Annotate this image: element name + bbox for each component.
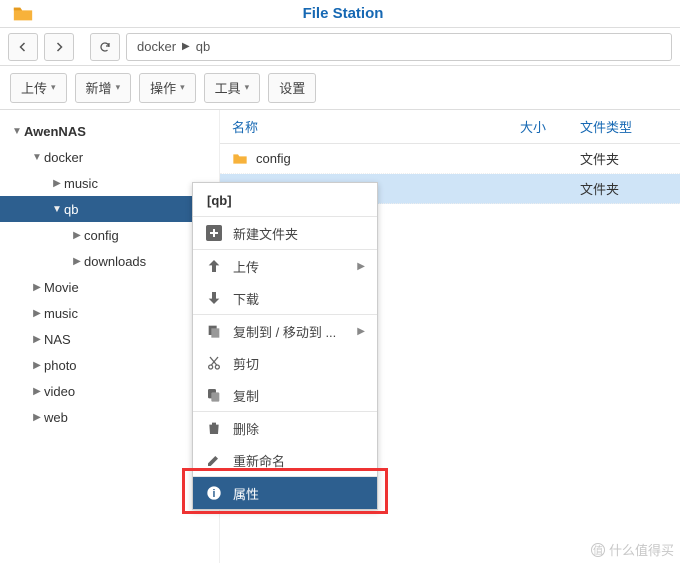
twist-icon[interactable]: ▶: [70, 230, 84, 241]
chevron-right-icon: ▶: [182, 41, 190, 52]
row-type: 文件夹: [580, 149, 680, 168]
tool-button[interactable]: 工具▾: [204, 73, 261, 103]
settings-button[interactable]: 设置: [268, 73, 316, 103]
context-menu[interactable]: [qb] 新建文件夹上传▶下载复制到 / 移动到 ...▶剪切复制删除重新命名属…: [192, 182, 378, 510]
twist-icon[interactable]: ▶: [50, 178, 64, 189]
tree-label: Movie: [44, 280, 79, 295]
new-button[interactable]: 新增▾: [75, 73, 132, 103]
row-name: config: [250, 151, 520, 166]
menu-item[interactable]: 新建文件夹: [193, 217, 377, 249]
copy-icon: [205, 323, 223, 339]
upload-icon: [205, 258, 223, 274]
caret-down-icon: ▾: [180, 82, 185, 93]
menu-item[interactable]: 删除: [193, 412, 377, 444]
nav-row: docker ▶ qb: [0, 28, 680, 66]
tree-item[interactable]: ▶NAS: [0, 326, 219, 352]
tree-item[interactable]: ▶video: [0, 378, 219, 404]
col-type[interactable]: 文件类型: [580, 117, 680, 136]
watermark-icon: 值: [591, 543, 605, 557]
tree-item[interactable]: ▼AwenNAS: [0, 118, 219, 144]
menu-label: 新建文件夹: [233, 224, 298, 243]
forward-button[interactable]: [44, 33, 74, 61]
tree-label: docker: [44, 150, 83, 165]
menu-label: 剪切: [233, 354, 259, 373]
twist-icon[interactable]: ▼: [50, 204, 64, 215]
tree-label: config: [84, 228, 119, 243]
twist-icon[interactable]: ▶: [30, 412, 44, 423]
menu-item[interactable]: 复制: [193, 379, 377, 411]
menu-label: 下载: [233, 289, 259, 308]
tree-label: qb: [64, 202, 78, 217]
breadcrumb-seg[interactable]: qb: [196, 39, 210, 54]
context-title: [qb]: [193, 183, 377, 216]
breadcrumb[interactable]: docker ▶ qb: [126, 33, 672, 61]
plus-icon: [205, 225, 223, 241]
cut-icon: [205, 355, 223, 371]
twist-icon[interactable]: ▶: [30, 386, 44, 397]
twist-icon[interactable]: ▼: [30, 152, 44, 163]
menu-label: 复制: [233, 386, 259, 405]
tree-label: AwenNAS: [24, 124, 86, 139]
tree-item[interactable]: ▶config: [0, 222, 219, 248]
twist-icon[interactable]: ▼: [10, 126, 24, 137]
twist-icon[interactable]: ▶: [70, 256, 84, 267]
twist-icon[interactable]: ▶: [30, 360, 44, 371]
submenu-arrow-icon: ▶: [357, 326, 365, 337]
submenu-arrow-icon: ▶: [357, 261, 365, 272]
menu-item[interactable]: 复制到 / 移动到 ... ▶: [193, 315, 377, 347]
download-icon: [205, 290, 223, 306]
tree-label: photo: [44, 358, 77, 373]
tree-item[interactable]: ▼docker: [0, 144, 219, 170]
menu-label: 复制到 / 移动到 ...: [233, 322, 336, 341]
menu-item[interactable]: 上传 ▶: [193, 250, 377, 282]
refresh-button[interactable]: [90, 33, 120, 61]
window-header: File Station: [0, 0, 680, 28]
tree-item[interactable]: ▶music: [0, 170, 219, 196]
caret-down-icon: ▾: [51, 82, 56, 93]
tree-label: video: [44, 384, 75, 399]
menu-label: 删除: [233, 419, 259, 438]
tree-label: downloads: [84, 254, 146, 269]
breadcrumb-seg[interactable]: docker: [137, 39, 176, 54]
window-title: File Station: [6, 5, 680, 22]
caret-down-icon: ▾: [116, 82, 121, 93]
trash-icon: [205, 420, 223, 436]
tree-item[interactable]: ▶Movie: [0, 274, 219, 300]
col-size[interactable]: 大小: [520, 117, 580, 136]
row-type: 文件夹: [580, 179, 680, 198]
list-row[interactable]: config 文件夹: [220, 144, 680, 174]
folder-icon: [230, 151, 250, 167]
tree-item[interactable]: ▶music: [0, 300, 219, 326]
twist-icon[interactable]: ▶: [30, 308, 44, 319]
tree-item[interactable]: ▶downloads: [0, 248, 219, 274]
caret-down-icon: ▾: [245, 82, 250, 93]
tree-item[interactable]: ▶photo: [0, 352, 219, 378]
upload-button[interactable]: 上传▾: [10, 73, 67, 103]
menu-label: 重新命名: [233, 451, 285, 470]
dup-icon: [205, 387, 223, 403]
tree-label: NAS: [44, 332, 71, 347]
menu-label: 上传: [233, 257, 259, 276]
toolbar: 上传▾ 新增▾ 操作▾ 工具▾ 设置: [0, 66, 680, 110]
action-button[interactable]: 操作▾: [139, 73, 196, 103]
back-button[interactable]: [8, 33, 38, 61]
menu-item[interactable]: 下载: [193, 282, 377, 314]
col-name[interactable]: 名称: [220, 117, 520, 136]
list-header: 名称 大小 文件类型: [220, 110, 680, 144]
rename-icon: [205, 452, 223, 468]
tree-label: web: [44, 410, 68, 425]
watermark: 值什么值得买: [591, 540, 674, 559]
tree-label: music: [64, 176, 98, 191]
twist-icon[interactable]: ▶: [30, 334, 44, 345]
menu-item[interactable]: 剪切: [193, 347, 377, 379]
twist-icon[interactable]: ▶: [30, 282, 44, 293]
tree-label: music: [44, 306, 78, 321]
highlight-box: [182, 468, 388, 514]
tree-item[interactable]: ▼qb: [0, 196, 219, 222]
tree-item[interactable]: ▶web: [0, 404, 219, 430]
